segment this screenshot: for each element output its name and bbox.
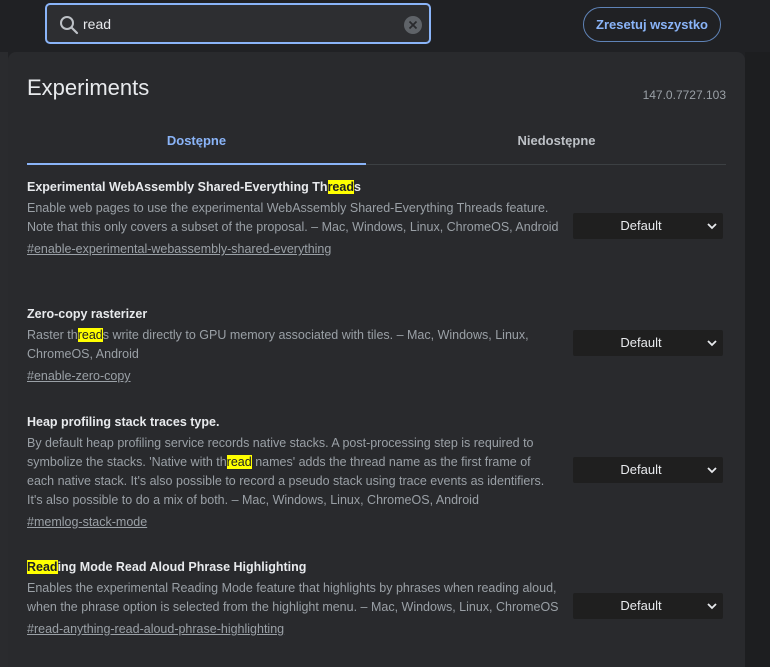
experiment-name: Experimental WebAssembly Shared-Everythi… <box>27 179 726 195</box>
tab-unavailable[interactable]: Niedostępne <box>387 118 726 164</box>
experiment-item: Reading Mode Read Aloud Phrase Highlight… <box>27 559 726 638</box>
chevron-down-icon <box>707 603 717 610</box>
experiment-select[interactable]: Default <box>573 593 723 619</box>
tab-available[interactable]: Dostępne <box>27 118 366 165</box>
page-title: Experiments <box>27 75 150 100</box>
name-text: Heap profiling stack traces type. <box>27 415 220 429</box>
search-highlight: read <box>77 328 103 342</box>
experiment-name: Heap profiling stack traces type. <box>27 414 726 430</box>
select-value: Default <box>620 218 662 233</box>
scrollbar-track[interactable] <box>745 52 770 667</box>
experiments-panel: Experiments 147.0.7727.103 Dostępne Nied… <box>8 52 745 667</box>
experiment-name: Zero-copy rasterizer <box>27 306 726 322</box>
experiment-link[interactable]: #enable-zero-copy <box>27 367 131 385</box>
search-input[interactable] <box>83 5 383 42</box>
experiment-link[interactable]: #read-anything-read-aloud-phrase-highlig… <box>27 620 284 638</box>
version-label: 147.0.7727.103 <box>642 88 726 102</box>
chevron-down-icon <box>707 467 717 474</box>
search-icon <box>60 16 79 35</box>
experiment-select[interactable]: Default <box>573 213 723 239</box>
name-text: ing Mode Read Aloud Phrase Highlighting <box>57 560 307 574</box>
experiment-link[interactable]: #enable-experimental-webassembly-shared-… <box>27 240 331 258</box>
experiment-link[interactable]: #memlog-stack-mode <box>27 513 147 531</box>
name-text: Experimental WebAssembly Shared-Everythi… <box>27 180 328 194</box>
toolbar: Zresetuj wszystko <box>0 0 770 52</box>
left-gutter <box>0 52 8 667</box>
search-highlight: read <box>327 180 354 194</box>
description-text: s write directly to GPU memory associate… <box>27 328 529 361</box>
experiment-item: Heap profiling stack traces type. By def… <box>27 414 726 531</box>
chevron-down-icon <box>707 340 717 347</box>
experiment-description: Enables the experimental Reading Mode fe… <box>27 579 559 617</box>
search-box[interactable] <box>45 3 431 44</box>
select-value: Default <box>620 598 662 613</box>
experiment-select[interactable]: Default <box>573 330 723 356</box>
experiment-description: Raster threads write directly to GPU mem… <box>27 326 559 364</box>
tab-bar: Dostępne Niedostępne <box>27 118 726 165</box>
name-text: Zero-copy rasterizer <box>27 307 148 321</box>
description-text: Enables the experimental Reading Mode fe… <box>27 581 559 614</box>
chevron-down-icon <box>707 223 717 230</box>
clear-icon[interactable] <box>403 15 423 35</box>
name-text: s <box>353 180 361 194</box>
experiment-name: Reading Mode Read Aloud Phrase Highlight… <box>27 559 726 575</box>
search-highlight: read <box>226 455 252 469</box>
experiment-select[interactable]: Default <box>573 457 723 483</box>
search-highlight: Read <box>27 560 58 574</box>
description-text: Raster th <box>27 328 78 342</box>
experiment-description: By default heap profiling service record… <box>27 434 559 510</box>
select-value: Default <box>620 335 662 350</box>
select-value: Default <box>620 462 662 477</box>
experiment-description: Enable web pages to use the experimental… <box>27 199 559 237</box>
reset-all-button[interactable]: Zresetuj wszystko <box>583 7 721 42</box>
experiment-item: Experimental WebAssembly Shared-Everythi… <box>27 179 726 258</box>
experiment-item: Zero-copy rasterizer Raster threads writ… <box>27 306 726 385</box>
description-text: Enable web pages to use the experimental… <box>27 201 559 234</box>
